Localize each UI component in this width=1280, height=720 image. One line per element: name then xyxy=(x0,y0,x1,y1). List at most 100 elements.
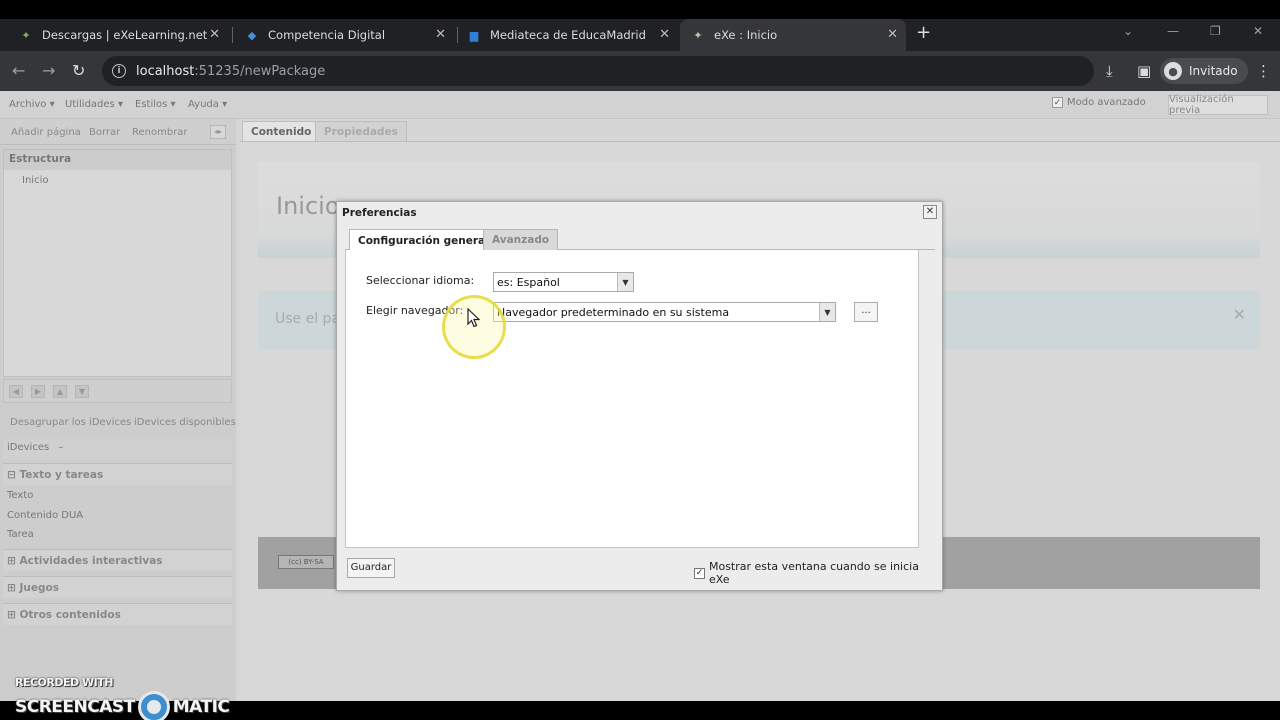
close-icon[interactable]: ✕ xyxy=(887,27,898,42)
tab-title: Mediateca de EducaMadrid xyxy=(490,28,646,42)
show-on-start-checkbox[interactable]: ✓ xyxy=(694,567,705,579)
watermark-line2: SCREENCAST MATIC xyxy=(15,691,230,720)
watermark-line1: RECORDED WITH xyxy=(15,676,113,689)
advanced-mode-label: Modo avanzado xyxy=(1067,97,1146,108)
tab-title: Descargas | eXeLearning.net xyxy=(42,28,208,42)
exe-logo-icon: ✦ xyxy=(21,28,31,42)
tab-configuracion-general[interactable]: Configuración general xyxy=(349,229,498,251)
forward-arrow-icon[interactable]: → xyxy=(42,61,55,80)
move-left-icon[interactable]: ◀ xyxy=(9,385,23,398)
move-up-icon[interactable]: ▲ xyxy=(53,385,67,398)
close-icon[interactable]: ✕ xyxy=(435,27,446,42)
page-tools: Añadir página Borrar Renombrar ◂▸ xyxy=(0,119,236,145)
tree-move-controls: ◀ ▶ ▲ ▼ xyxy=(3,379,232,403)
preview-button[interactable]: Visualización previa xyxy=(1168,94,1268,116)
left-panel: Añadir página Borrar Renombrar ◂▸ Estruc… xyxy=(0,119,236,720)
language-value: es: Español xyxy=(497,275,560,289)
watermark-right: MATIC xyxy=(172,697,230,717)
download-icon[interactable]: ⤓ xyxy=(1106,62,1113,80)
category-actividades-interactivas[interactable]: ⊞ Actividades interactivas xyxy=(3,549,232,571)
expand-icon: ⊞ xyxy=(7,555,16,567)
back-arrow-icon[interactable]: ← xyxy=(12,61,25,80)
category-texto-y-tareas[interactable]: ⊟ Texto y tareas xyxy=(3,463,232,485)
tab-title: Competencia Digital xyxy=(268,28,386,42)
close-icon[interactable]: ✕ xyxy=(659,27,670,42)
show-on-start-toggle[interactable]: ✓ Mostrar esta ventana cuando se inicia … xyxy=(694,560,942,586)
tab-avanzado[interactable]: Avanzado xyxy=(483,229,559,250)
close-icon[interactable]: ✕ xyxy=(209,27,220,42)
app-menubar: Archivo ▾ Utilidades ▾ Estilos ▾ Ayuda ▾… xyxy=(0,91,1280,119)
move-down-icon[interactable]: ▼ xyxy=(75,385,89,398)
mediateca-icon: ▆ xyxy=(469,28,479,42)
avatar-icon: ● xyxy=(1164,62,1182,80)
expand-icon: ⊞ xyxy=(7,609,16,621)
content-tabs: Contenido Propiedades xyxy=(240,119,1280,141)
watermark-left: SCREENCAST xyxy=(15,697,135,717)
idevice-item[interactable]: Texto xyxy=(7,490,33,501)
browser-tab-mediateca[interactable]: ▆ Mediateca de EducaMadrid ✕ xyxy=(458,19,678,51)
competencia-digital-icon: ◆ xyxy=(247,28,257,42)
url-path: :51235/newPackage xyxy=(194,63,326,79)
idevices-label: iDevices xyxy=(7,442,50,453)
available-idevices-link[interactable]: iDevices disponibles xyxy=(134,417,236,428)
advanced-mode-toggle[interactable]: ✓ Modo avanzado xyxy=(1052,97,1146,108)
tab-propiedades[interactable]: Propiedades xyxy=(315,121,407,141)
advanced-mode-checkbox[interactable]: ✓ xyxy=(1052,97,1063,108)
category-juegos[interactable]: ⊞ Juegos xyxy=(3,576,232,598)
profile-button[interactable]: ● Invitado xyxy=(1160,58,1248,84)
idevices-header: iDevices – xyxy=(3,439,232,459)
delete-page-button[interactable]: Borrar xyxy=(89,127,120,138)
site-info-icon[interactable]: i xyxy=(112,64,126,78)
structure-title: Estructura xyxy=(4,150,231,170)
reading-list-icon[interactable]: ▣ xyxy=(1137,62,1151,80)
chevron-down-icon: ▼ xyxy=(819,303,835,321)
menu-utilidades[interactable]: Utilidades ▾ xyxy=(65,99,123,110)
save-button[interactable]: Guardar xyxy=(347,558,395,578)
menu-ayuda[interactable]: Ayuda ▾ xyxy=(188,99,227,110)
idevice-item[interactable]: Contenido DUA xyxy=(7,510,83,521)
show-on-start-label: Mostrar esta ventana cuando se inicia eX… xyxy=(708,560,919,586)
menu-archivo[interactable]: Archivo ▾ xyxy=(9,99,55,110)
dialog-tabs: Configuración general Avanzado xyxy=(345,228,935,251)
reload-icon[interactable]: ↻ xyxy=(72,61,85,80)
page-title: Inicio xyxy=(276,192,340,220)
browse-button[interactable]: ... xyxy=(854,302,878,322)
ungroup-idevices-link[interactable]: Desagrupar los iDevices xyxy=(10,417,131,428)
collapse-icon[interactable]: – xyxy=(58,442,63,453)
window-close-icon[interactable]: ✕ xyxy=(1253,24,1263,38)
new-tab-icon[interactable]: + xyxy=(916,22,931,43)
browser-tab-descargas[interactable]: ✦ Descargas | eXeLearning.net ✕ xyxy=(0,19,228,51)
url-host: localhost xyxy=(136,63,195,79)
profile-label: Invitado xyxy=(1189,64,1238,78)
move-right-icon[interactable]: ▶ xyxy=(31,385,45,398)
tab-contenido[interactable]: Contenido xyxy=(242,121,321,141)
browser-tab-exe-inicio[interactable]: ✦ eXe : Inicio ✕ xyxy=(680,19,906,51)
tab-title: eXe : Inicio xyxy=(714,28,778,42)
browser-value: Navegador predeterminado en su sistema xyxy=(497,305,730,319)
language-select[interactable]: es: Español ▼ xyxy=(493,272,634,292)
preferences-dialog: Preferencias ✕ Configuración general Ava… xyxy=(336,201,943,591)
license-badge: (cc) BY-SA xyxy=(278,555,334,569)
browser-tab-competencia[interactable]: ◆ Competencia Digital ✕ xyxy=(234,19,454,51)
dialog-close-button[interactable]: ✕ xyxy=(923,205,937,219)
browser-select[interactable]: Navegador predeterminado en su sistema ▼ xyxy=(493,302,836,322)
rename-page-button[interactable]: Renombrar xyxy=(132,127,188,138)
chevron-down-icon: ▼ xyxy=(617,273,633,291)
screen: ✦ Descargas | eXeLearning.net ✕ ◆ Compet… xyxy=(0,0,1280,720)
dialog-title: Preferencias xyxy=(342,207,417,219)
screencast-logo-icon xyxy=(137,691,170,720)
close-icon[interactable]: ✕ xyxy=(1233,305,1246,324)
collapse-panel-icon[interactable]: ◂▸ xyxy=(210,125,226,139)
tree-item-inicio[interactable]: Inicio xyxy=(22,175,48,186)
minimize-icon[interactable]: — xyxy=(1167,24,1179,38)
restore-icon[interactable]: ❐ xyxy=(1210,24,1221,38)
idevice-item[interactable]: Tarea xyxy=(7,529,34,540)
add-page-button[interactable]: Añadir página xyxy=(11,127,81,138)
tab-search-icon[interactable]: ⌄ xyxy=(1123,24,1133,38)
tab-separator xyxy=(232,27,233,43)
address-bar[interactable]: i localhost:51235/newPackage xyxy=(102,56,1094,86)
menu-estilos[interactable]: Estilos ▾ xyxy=(135,99,176,110)
category-otros-contenidos[interactable]: ⊞ Otros contenidos xyxy=(3,603,232,625)
mouse-cursor-icon xyxy=(467,308,481,328)
more-menu-icon[interactable]: ⋮ xyxy=(1256,62,1271,80)
